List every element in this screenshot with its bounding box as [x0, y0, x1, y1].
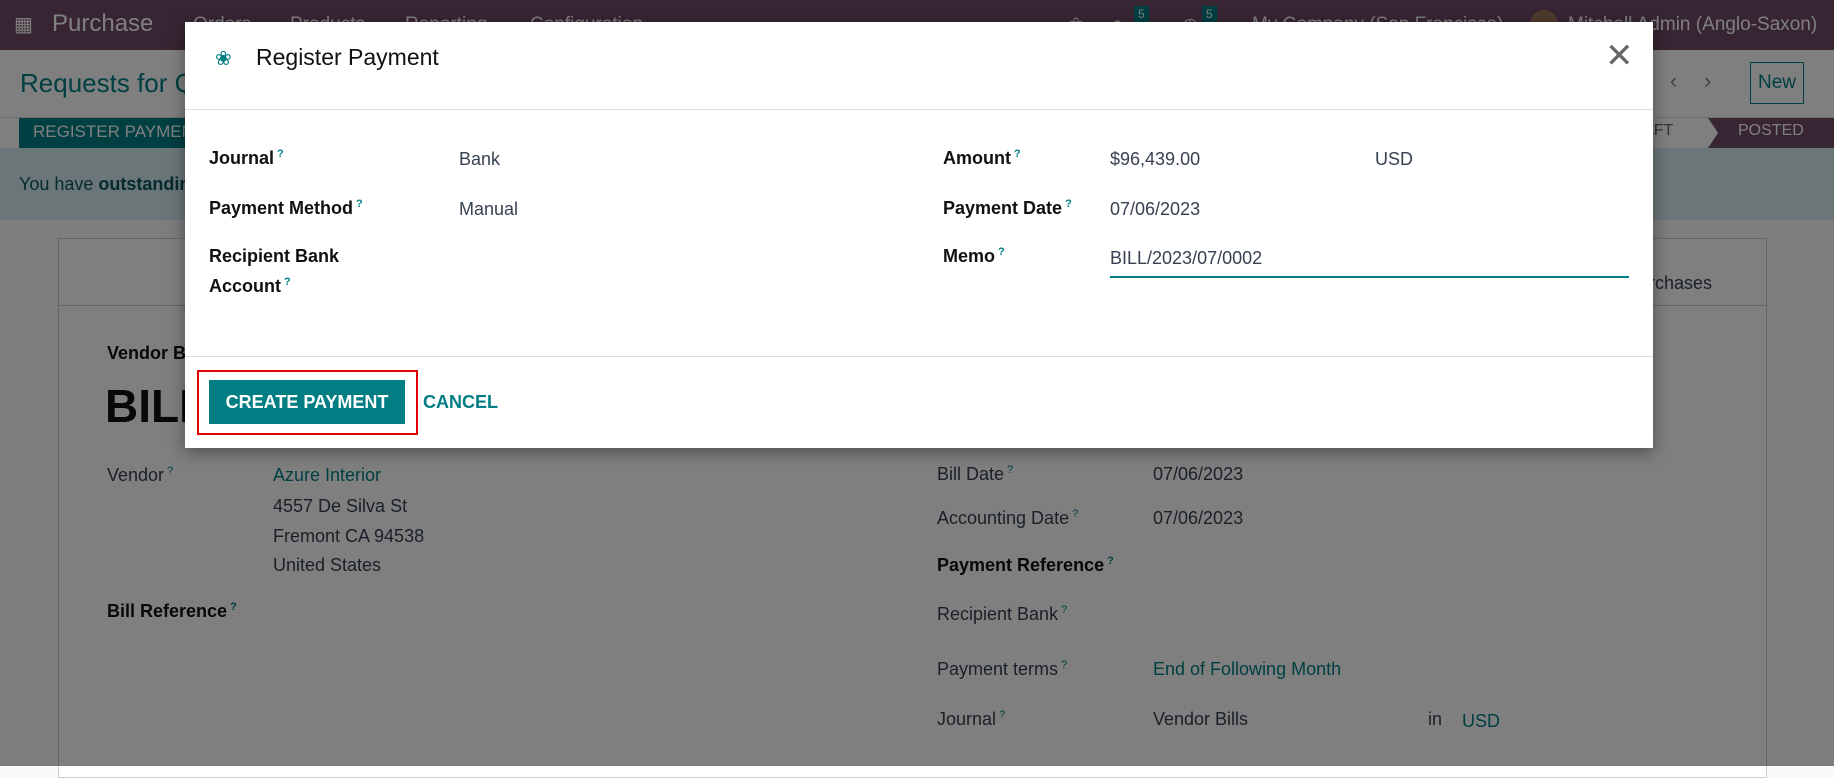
amount-input[interactable]: $96,439.00 — [1110, 149, 1200, 170]
label-text: Payment Method — [209, 198, 354, 218]
register-payment-dialog: ❀ Register Payment ✕ Journal? Bank Payme… — [185, 22, 1653, 448]
journal-field-label: Journal? — [209, 148, 284, 169]
memo-input[interactable]: BILL/2023/07/0002 — [1110, 248, 1629, 278]
recipient-bank-label-line2: Account? — [209, 276, 291, 297]
footer-divider — [185, 356, 1653, 357]
help-icon[interactable]: ? — [277, 148, 284, 160]
label-text: Account — [209, 276, 281, 296]
header-divider — [185, 109, 1653, 110]
label-text: Amount — [943, 148, 1011, 168]
cancel-button[interactable]: CANCEL — [423, 392, 498, 413]
journal-select[interactable]: Bank — [459, 149, 500, 170]
recipient-bank-label-line1: Recipient Bank — [209, 246, 340, 266]
payment-date-label: Payment Date? — [943, 198, 1072, 219]
help-icon[interactable]: ? — [356, 198, 363, 210]
currency-select[interactable]: USD — [1375, 149, 1413, 170]
payment-method-label: Payment Method? — [209, 198, 363, 219]
memo-label: Memo? — [943, 246, 1005, 267]
payment-method-select[interactable]: Manual — [459, 199, 518, 220]
close-icon[interactable]: ✕ — [1605, 36, 1634, 76]
create-payment-button[interactable]: CREATE PAYMENT — [209, 380, 405, 424]
help-icon[interactable]: ? — [284, 276, 291, 288]
recipient-bank-input[interactable] — [459, 246, 919, 274]
amount-label: Amount? — [943, 148, 1021, 169]
debug-bug-icon[interactable]: ❀ — [215, 46, 232, 71]
help-icon[interactable]: ? — [1014, 148, 1021, 160]
label-text: Memo — [943, 246, 996, 266]
payment-date-input[interactable]: 07/06/2023 — [1110, 199, 1200, 220]
help-icon[interactable]: ? — [998, 246, 1005, 258]
label-text: Journal — [209, 148, 275, 168]
dialog-title: Register Payment — [256, 44, 439, 70]
label-text: Payment Date — [943, 198, 1063, 218]
help-icon[interactable]: ? — [1065, 198, 1072, 210]
